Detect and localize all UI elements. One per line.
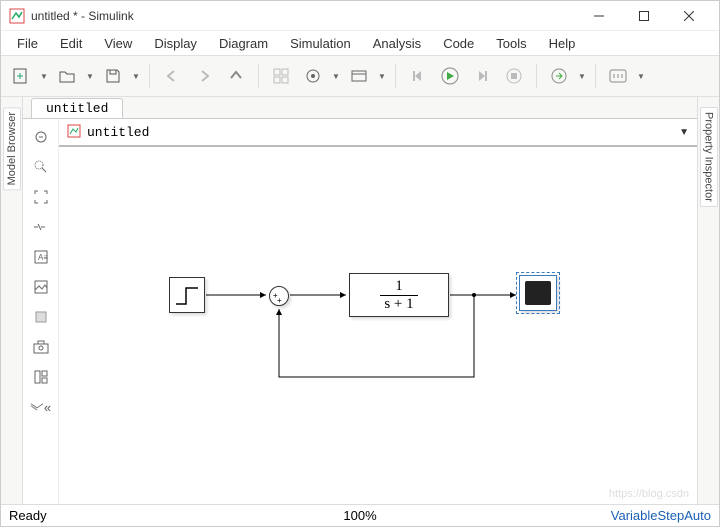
save-dropdown[interactable]: ▼ (131, 72, 141, 81)
hide-palette-button[interactable] (29, 125, 53, 149)
fastrestart-button[interactable] (545, 62, 573, 90)
app-icon (9, 8, 25, 24)
menu-display[interactable]: Display (144, 34, 207, 53)
title-bar: untitled * - Simulink (1, 1, 719, 31)
open-dropdown[interactable]: ▼ (85, 72, 95, 81)
sample-time-button[interactable] (29, 215, 53, 239)
collapse-palette-button[interactable]: « (29, 395, 53, 419)
image-button[interactable] (29, 275, 53, 299)
fit-view-button[interactable] (29, 185, 53, 209)
viewmarks-button[interactable] (29, 365, 53, 389)
stoptime-dropdown[interactable]: ▼ (636, 72, 646, 81)
screenshot-button[interactable] (29, 335, 53, 359)
save-button[interactable] (99, 62, 127, 90)
toolbar: ▼ ▼ ▼ ▼ ▼ ▼ ▼ (1, 55, 719, 97)
up-button[interactable] (222, 62, 250, 90)
menu-view[interactable]: View (94, 34, 142, 53)
fastrestart-dropdown[interactable]: ▼ (577, 72, 587, 81)
menu-help[interactable]: Help (539, 34, 586, 53)
menu-code[interactable]: Code (433, 34, 484, 53)
minimize-button[interactable] (576, 2, 621, 30)
maximize-button[interactable] (621, 2, 666, 30)
back-button[interactable] (158, 62, 186, 90)
scope-block[interactable] (519, 275, 557, 311)
canvas-palette: A≡ « (23, 119, 59, 504)
menu-tools[interactable]: Tools (486, 34, 536, 53)
new-button[interactable] (7, 62, 35, 90)
menu-file[interactable]: File (7, 34, 48, 53)
diagram-canvas[interactable]: ++ 1 s + 1 https://blog.csdn (59, 147, 697, 504)
menu-bar: File Edit View Display Diagram Simulatio… (1, 31, 719, 55)
library-browser-button[interactable] (267, 62, 295, 90)
svg-text:+: + (277, 296, 282, 305)
stop-button[interactable] (500, 62, 528, 90)
status-ready: Ready (9, 508, 243, 523)
stoptime-button[interactable] (604, 62, 632, 90)
sum-block[interactable]: ++ (269, 286, 289, 306)
menu-analysis[interactable]: Analysis (363, 34, 431, 53)
signal-lines (59, 147, 697, 504)
step-forward-button[interactable] (468, 62, 496, 90)
forward-button[interactable] (190, 62, 218, 90)
tab-untitled[interactable]: untitled (31, 98, 123, 118)
model-browser-tab[interactable]: Model Browser (1, 97, 23, 504)
breadcrumb-dropdown[interactable]: ▼ (679, 127, 689, 138)
zoom-in-button[interactable] (29, 155, 53, 179)
transfer-fcn-block[interactable]: 1 s + 1 (349, 273, 449, 317)
property-inspector-tab[interactable]: Property Inspector (697, 97, 719, 504)
status-solver[interactable]: VariableStepAuto (477, 508, 711, 523)
config-dropdown[interactable]: ▼ (331, 72, 341, 81)
model-config-button[interactable] (299, 62, 327, 90)
model-icon (67, 124, 81, 141)
explorer-dropdown[interactable]: ▼ (377, 72, 387, 81)
svg-text:A≡: A≡ (38, 253, 48, 262)
breadcrumb-model[interactable]: untitled (87, 125, 149, 140)
work-area: Model Browser untitled A≡ « untitl (1, 97, 719, 504)
annotation-button[interactable]: A≡ (29, 245, 53, 269)
step-block[interactable] (169, 277, 205, 313)
status-bar: Ready 100% VariableStepAuto (1, 504, 719, 526)
status-zoom[interactable]: 100% (243, 508, 477, 523)
menu-diagram[interactable]: Diagram (209, 34, 278, 53)
tf-denominator: s + 1 (380, 295, 417, 313)
watermark: https://blog.csdn (609, 488, 689, 500)
tf-numerator: 1 (395, 278, 403, 295)
menu-edit[interactable]: Edit (50, 34, 92, 53)
window-title: untitled * - Simulink (31, 9, 576, 23)
breadcrumb-bar: untitled ▼ (59, 119, 697, 147)
new-dropdown[interactable]: ▼ (39, 72, 49, 81)
step-back-button[interactable] (404, 62, 432, 90)
explorer-button[interactable] (345, 62, 373, 90)
document-tabs: untitled (23, 97, 697, 119)
area-button[interactable] (29, 305, 53, 329)
close-button[interactable] (666, 2, 711, 30)
menu-simulation[interactable]: Simulation (280, 34, 361, 53)
open-button[interactable] (53, 62, 81, 90)
run-button[interactable] (436, 62, 464, 90)
